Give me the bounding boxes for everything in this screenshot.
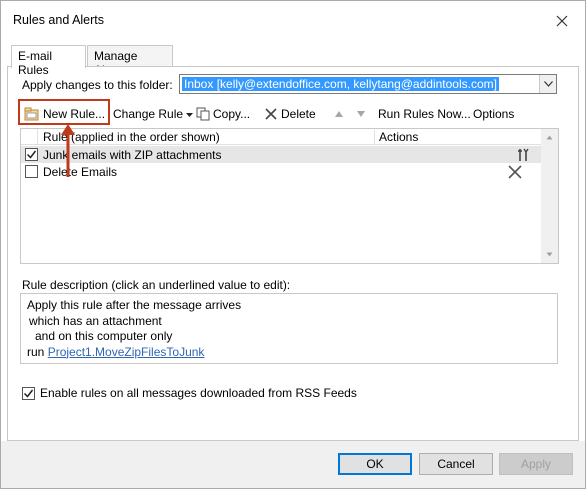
- copy-label: Copy...: [213, 107, 251, 121]
- checkmark-icon: [23, 389, 34, 398]
- chevron-down-icon: [543, 81, 553, 87]
- cancel-button[interactable]: Cancel: [419, 453, 493, 475]
- scroll-down-icon: [546, 252, 553, 257]
- folder-value: Inbox [kelly@extendoffice.com, kellytang…: [182, 77, 499, 91]
- rules-list-scrollbar[interactable]: [541, 129, 558, 263]
- folder-label: Apply changes to this folder:: [22, 78, 173, 92]
- script-link[interactable]: Project1.MoveZipFilesToJunk: [48, 345, 205, 359]
- apply-button[interactable]: Apply: [499, 453, 573, 475]
- delete-icon: [264, 107, 278, 121]
- rss-enable-option[interactable]: Enable rules on all messages downloaded …: [22, 385, 357, 401]
- copy-button[interactable]: Copy...: [196, 102, 250, 126]
- change-rule-label: Change Rule: [113, 107, 184, 121]
- dialog-footer: OK Cancel Apply: [1, 441, 585, 488]
- scroll-down-button[interactable]: [541, 246, 558, 263]
- rule-label: Delete Emails: [43, 165, 118, 179]
- rule-row[interactable]: Delete Emails: [21, 163, 541, 180]
- scroll-up-button[interactable]: [541, 129, 558, 146]
- run-rules-now-label: Run Rules Now...: [378, 107, 471, 121]
- arrow-down-icon: [357, 111, 365, 117]
- rule-description-label: Rule description (click an underlined va…: [22, 278, 291, 292]
- caret-down-icon: [186, 112, 194, 117]
- rules-list: Rule (applied in the order shown) Action…: [20, 128, 559, 264]
- rules-and-alerts-dialog: Rules and Alerts E-mail Rules Manage Ale…: [0, 0, 586, 489]
- rss-label: Enable rules on all messages downloaded …: [40, 386, 357, 400]
- new-rule-highlight: [18, 99, 110, 125]
- run-rules-now-button[interactable]: Run Rules Now...: [378, 102, 471, 126]
- scroll-up-icon: [546, 135, 553, 140]
- folder-select[interactable]: Inbox [kelly@extendoffice.com, kellytang…: [179, 74, 557, 94]
- email-rules-panel: Apply changes to this folder: Inbox [kel…: [7, 66, 579, 441]
- ok-button[interactable]: OK: [338, 453, 412, 475]
- window-title: Rules and Alerts: [13, 13, 105, 27]
- run-prefix: run: [27, 344, 45, 359]
- rule-checkbox[interactable]: [25, 165, 38, 178]
- copy-icon: [196, 107, 210, 121]
- rule-row[interactable]: Junk emails with ZIP attachments: [21, 146, 541, 163]
- close-icon: [556, 15, 568, 27]
- description-line: and on this computer only: [35, 329, 173, 343]
- run-script-icon: [514, 146, 534, 163]
- folder-dropdown-button[interactable]: [539, 75, 556, 93]
- tab-manage-alerts[interactable]: Manage Alerts: [87, 45, 173, 77]
- move-up-button[interactable]: [334, 102, 344, 126]
- rules-list-header: Rule (applied in the order shown) Action…: [21, 129, 541, 145]
- change-rule-button[interactable]: Change Rule: [113, 102, 194, 126]
- close-button[interactable]: [549, 9, 575, 33]
- delete-label: Delete: [281, 107, 316, 121]
- checkmark-icon: [26, 150, 37, 159]
- options-button[interactable]: Options: [473, 102, 514, 126]
- tab-email-rules[interactable]: E-mail Rules: [11, 45, 86, 77]
- arrow-up-icon: [335, 111, 343, 117]
- rss-checkbox[interactable]: [22, 386, 35, 400]
- options-label: Options: [473, 107, 515, 121]
- delete-x-icon: [505, 163, 525, 180]
- column-header-actions[interactable]: Actions: [374, 130, 418, 145]
- description-run-line: run Project1.MoveZipFilesToJunk: [27, 345, 557, 361]
- annotation-arrow-icon: [61, 124, 75, 177]
- description-line: Apply this rule after the message arrive…: [27, 298, 242, 312]
- delete-button[interactable]: Delete: [264, 102, 316, 126]
- rule-description-box: Apply this rule after the message arrive…: [20, 293, 558, 364]
- column-separator: [37, 129, 38, 145]
- description-line: which has an attachment: [29, 313, 162, 328]
- title-bar: Rules and Alerts: [1, 1, 585, 41]
- move-down-button[interactable]: [356, 102, 366, 126]
- rule-checkbox[interactable]: [25, 148, 38, 161]
